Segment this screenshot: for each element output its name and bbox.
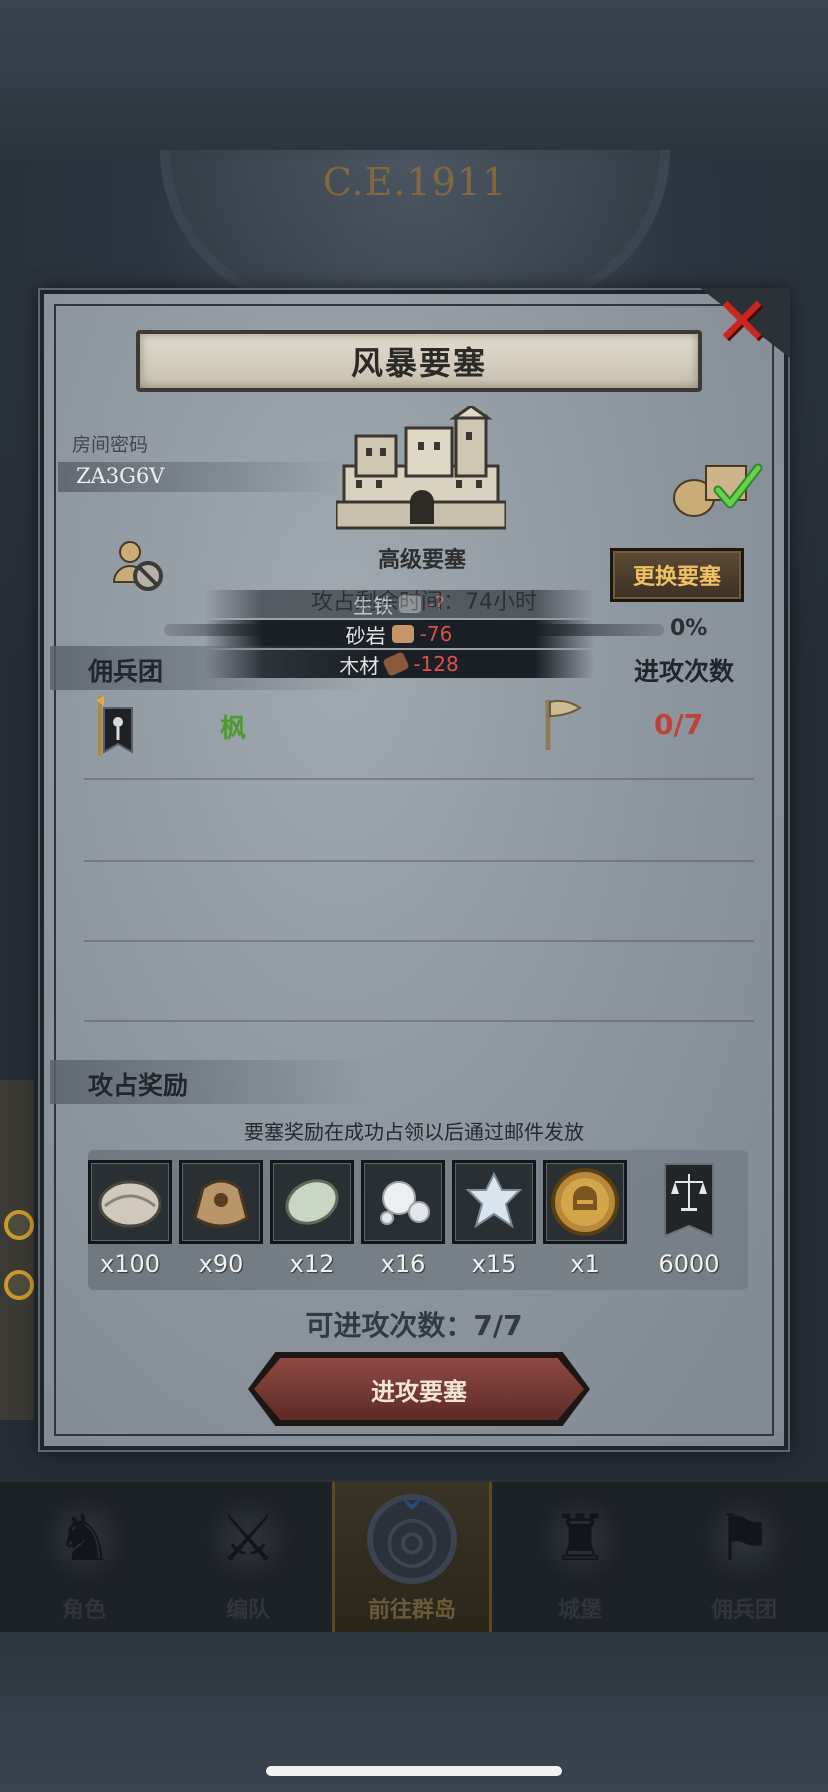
nav-label: 城堡 [557, 1598, 602, 1623]
cost-row-iron: 生铁 -? [204, 590, 594, 618]
justice-banner-icon [647, 1160, 731, 1244]
mercenary-row[interactable]: 枫 0/7 [94, 694, 754, 764]
castle-icon: ♜ [535, 1494, 625, 1584]
crystal-icon [452, 1160, 536, 1244]
reward-item[interactable]: x90 [179, 1160, 263, 1278]
cost-value: -76 [419, 622, 453, 646]
attack-fortress-button[interactable]: 进攻要塞 [254, 1358, 584, 1420]
modal-title: 风暴要塞 [350, 344, 487, 382]
nav-label: 角色 [61, 1598, 106, 1623]
sandstone-icon [391, 625, 414, 643]
pearl-icon [361, 1160, 445, 1244]
mercenary-attack-count: 0/7 [654, 708, 704, 741]
cost-name: 生铁 [353, 593, 394, 618]
fortress-level-name: 高级要塞 [377, 548, 466, 573]
helmet-medal-icon [543, 1160, 627, 1244]
top-backdrop [0, 0, 828, 160]
row-divider [84, 1020, 754, 1022]
capture-progress-percent: 0% [670, 616, 708, 641]
chevron-down-icon: ⌄ [395, 1473, 429, 1519]
nav-castle[interactable]: ♜ 城堡 [500, 1482, 660, 1632]
supply-ready-icon [673, 463, 763, 517]
wood-icon [382, 651, 411, 677]
home-indicator[interactable] [266, 1766, 562, 1776]
sack-icon [179, 1160, 263, 1244]
reward-item[interactable]: x15 [452, 1160, 536, 1278]
nav-islands[interactable]: ⌄ ◎ 前往群岛 [332, 1476, 492, 1632]
remaining-attempts: 可进攻次数：7/7 [305, 1309, 523, 1342]
era-dial: C.E.1911 [160, 150, 670, 310]
attack-flag-icon [545, 699, 582, 750]
fortress-icon [336, 406, 506, 530]
nav-character[interactable]: ♞ 角色 [4, 1482, 164, 1632]
jade-stone-icon [270, 1160, 354, 1244]
rewards-list: x100 x90 x12 x16 x15 x1 6000 [88, 1150, 748, 1290]
iron-icon [399, 595, 422, 613]
reward-item[interactable]: x12 [270, 1160, 354, 1278]
row-divider [84, 778, 754, 780]
nav-label: 佣兵团 [710, 1598, 777, 1623]
fortress-modal: ✕ 风暴要塞 房间密码 ZA3G6V 高级要塞 更换要塞 0% 生铁 -? 砂岩… [40, 288, 790, 1450]
side-ring-icon [4, 1270, 34, 1300]
reward-item[interactable]: x1 [543, 1160, 627, 1278]
reward-qty: x90 [198, 1250, 244, 1278]
room-password-label: 房间密码 [72, 434, 149, 456]
side-panel-left [0, 1080, 34, 1420]
change-fortress-button[interactable]: 更换要塞 [610, 548, 744, 602]
mercenary-icon: ⚑ [699, 1494, 789, 1584]
row-divider [84, 860, 754, 862]
nav-mercenary[interactable]: ⚑ 佣兵团 [664, 1482, 824, 1632]
mercenary-section-title: 佣兵团 [88, 657, 164, 686]
reward-qty: x100 [99, 1250, 160, 1278]
row-divider [84, 940, 754, 942]
close-icon[interactable]: ✕ [710, 289, 774, 355]
side-ring-icon [4, 1210, 34, 1240]
formation-icon: ⚔ [203, 1494, 293, 1584]
oyster-icon [88, 1160, 172, 1244]
cost-value: -? [427, 592, 445, 616]
reward-qty: x16 [380, 1250, 426, 1278]
mercenary-banner-icon [96, 696, 133, 756]
reward-qty: x12 [289, 1250, 335, 1278]
reward-qty: x15 [471, 1250, 517, 1278]
rewards-section-title: 攻占奖励 [88, 1071, 189, 1100]
room-password-code[interactable]: ZA3G6V [76, 464, 164, 488]
attack-fortress-label: 进攻要塞 [371, 1377, 467, 1406]
era-year: C.E.1911 [322, 160, 508, 204]
reward-qty: 6000 [658, 1250, 720, 1278]
no-entry-user-icon[interactable] [110, 538, 166, 594]
reward-qty: x1 [570, 1250, 600, 1278]
nav-label: 前往群岛 [367, 1598, 456, 1623]
change-fortress-label: 更换要塞 [632, 565, 721, 590]
nav-label: 编队 [225, 1598, 270, 1623]
mercenary-name: 枫 [220, 714, 247, 744]
reward-item[interactable]: 6000 [644, 1160, 734, 1278]
character-icon: ♞ [39, 1494, 129, 1584]
cost-row-sandstone: 砂岩 -76 [204, 620, 594, 648]
cost-name: 砂岩 [345, 623, 386, 648]
cost-value: -128 [413, 652, 459, 676]
reward-item[interactable]: x16 [361, 1160, 445, 1278]
title-banner: 风暴要塞 [136, 330, 702, 392]
bottom-nav: ♞ 角色 ⚔ 编队 ⌄ ◎ 前往群岛 ♜ 城堡 ⚑ 佣兵团 [0, 1476, 828, 1632]
nav-formation[interactable]: ⚔ 编队 [168, 1482, 328, 1632]
attack-count-title: 进攻次数 [634, 657, 735, 686]
reward-item[interactable]: x100 [88, 1160, 172, 1278]
rewards-note: 要塞奖励在成功占领以后通过邮件发放 [244, 1120, 584, 1144]
